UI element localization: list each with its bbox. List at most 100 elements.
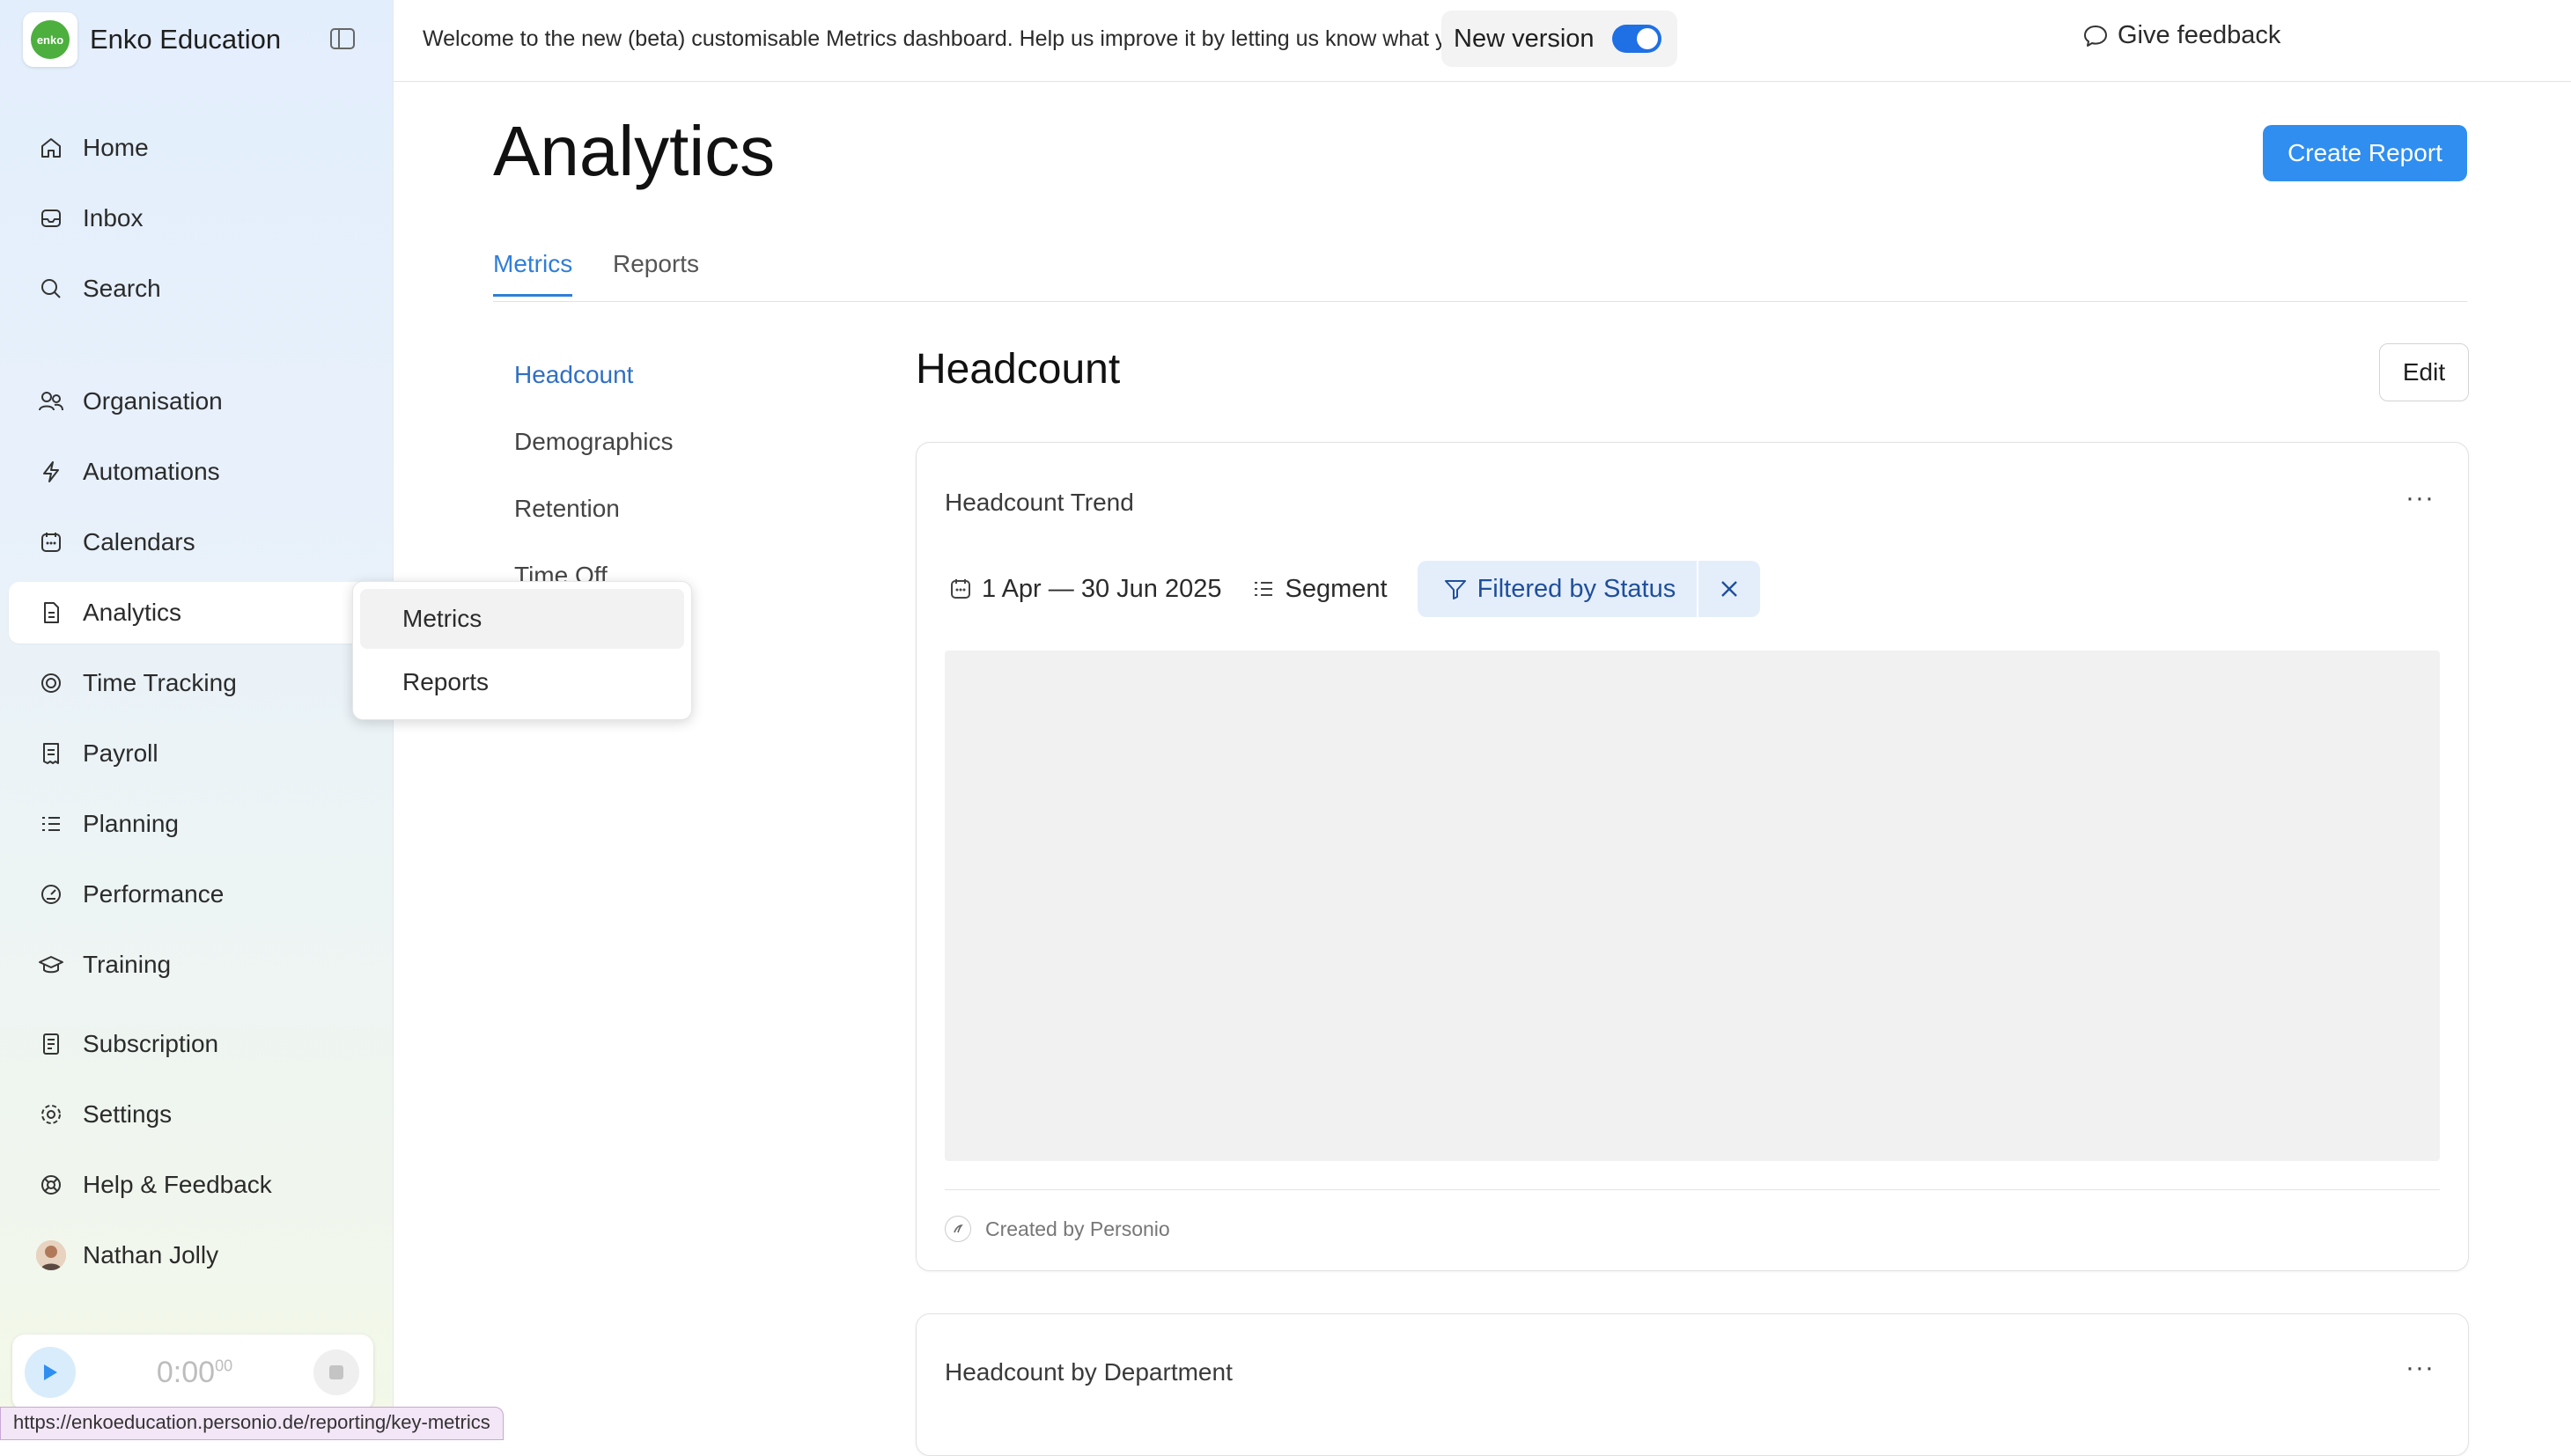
list-icon xyxy=(35,808,67,840)
company-logo: enko xyxy=(23,12,77,67)
give-feedback-label: Give feedback xyxy=(2118,21,2281,49)
subnav-headcount[interactable]: Headcount xyxy=(514,361,633,389)
sidebar-item-settings[interactable]: Settings xyxy=(9,1084,373,1145)
sidebar-item-training[interactable]: Training xyxy=(9,934,373,996)
analytics-submenu: Metrics Reports xyxy=(352,581,692,720)
sidebar: enko Enko Education Home Inbox Search Or… xyxy=(0,0,394,1430)
sidebar-item-label: Nathan Jolly xyxy=(83,1241,219,1268)
page-title: Analytics xyxy=(493,112,776,190)
tab-reports[interactable]: Reports xyxy=(613,250,699,294)
stop-icon xyxy=(329,1365,343,1379)
sidebar-item-planning[interactable]: Planning xyxy=(9,793,373,855)
sidebar-item-label: Planning xyxy=(83,810,179,837)
close-icon xyxy=(1721,581,1738,597)
logo-mark: enko xyxy=(31,20,70,59)
sidebar-item-label: Performance xyxy=(83,880,225,908)
new-version-label: New version xyxy=(1454,24,1595,53)
search-icon xyxy=(35,273,67,305)
tab-metrics[interactable]: Metrics xyxy=(493,250,573,297)
brand[interactable]: enko Enko Education xyxy=(23,12,281,67)
timer-display: 0:0000 xyxy=(76,1356,313,1390)
avatar-wrapper xyxy=(35,1239,67,1271)
gear-icon xyxy=(35,1099,67,1130)
sidebar-item-performance[interactable]: Performance xyxy=(9,864,373,925)
home-icon xyxy=(35,132,67,164)
play-button[interactable] xyxy=(25,1347,76,1398)
filter-label: Filtered by Status xyxy=(1477,574,1676,603)
sidebar-item-profile[interactable]: Nathan Jolly xyxy=(9,1224,373,1286)
sidebar-item-label: Time Tracking xyxy=(83,669,237,696)
new-version-toggle[interactable] xyxy=(1611,25,1661,53)
give-feedback-button[interactable]: Give feedback xyxy=(2082,21,2280,50)
sidebar-item-organisation[interactable]: Organisation xyxy=(9,371,373,432)
subnav-retention[interactable]: Retention xyxy=(514,495,620,523)
sidebar-toggle-icon[interactable] xyxy=(328,26,357,51)
sidebar-item-label: Inbox xyxy=(83,204,144,232)
section-title: Headcount xyxy=(916,346,1121,393)
status-filter-chip[interactable]: Filtered by Status xyxy=(1417,561,1761,617)
more-options-icon[interactable]: ··· xyxy=(2405,483,2435,513)
submenu-item-metrics[interactable]: Metrics xyxy=(360,589,684,649)
calendar-icon xyxy=(951,579,970,599)
people-icon xyxy=(35,386,67,417)
sidebar-item-analytics[interactable]: Analytics xyxy=(9,582,373,643)
lifebuoy-icon xyxy=(35,1169,67,1201)
sidebar-item-help-feedback[interactable]: Help & Feedback xyxy=(9,1154,373,1216)
headcount-trend-card: Headcount Trend ··· 1 Apr — 30 Jun 2025 … xyxy=(916,442,2469,1271)
chart-loading-placeholder xyxy=(945,651,2440,1161)
avatar xyxy=(36,1240,66,1270)
sidebar-item-label: Help & Feedback xyxy=(83,1171,272,1198)
sidebar-item-calendars[interactable]: Calendars xyxy=(9,511,373,573)
segment-label: Segment xyxy=(1285,574,1388,603)
new-version-toggle-group: New version xyxy=(1441,11,1677,67)
sidebar-item-inbox[interactable]: Inbox xyxy=(9,188,373,249)
sidebar-item-automations[interactable]: Automations xyxy=(9,441,373,503)
headcount-by-department-card: Headcount by Department ··· xyxy=(916,1313,2469,1456)
sidebar-item-label: Analytics xyxy=(83,599,182,626)
sidebar-item-label: Calendars xyxy=(83,528,195,555)
sidebar-item-label: Search xyxy=(83,275,161,302)
inbox-icon xyxy=(35,202,67,234)
timer-time: 0:00 xyxy=(156,1355,216,1389)
segment-chip[interactable]: Segment xyxy=(1251,574,1388,604)
graduation-cap-icon xyxy=(35,949,67,981)
sidebar-item-label: Payroll xyxy=(83,739,158,767)
timer-fraction: 00 xyxy=(215,1357,233,1375)
date-range-chip[interactable]: 1 Apr — 30 Jun 2025 xyxy=(948,575,1221,604)
edit-button[interactable]: Edit xyxy=(2379,343,2469,401)
sidebar-item-label: Settings xyxy=(83,1100,173,1128)
create-report-button[interactable]: Create Report xyxy=(2263,125,2467,181)
created-by: Created by Personio xyxy=(945,1216,1170,1242)
submenu-item-reports[interactable]: Reports xyxy=(360,652,684,712)
target-icon xyxy=(35,667,67,699)
sidebar-item-label: Home xyxy=(83,134,149,161)
submenu-label: Reports xyxy=(402,668,490,695)
sidebar-item-payroll[interactable]: Payroll xyxy=(9,723,373,784)
created-by-label: Created by Personio xyxy=(985,1217,1170,1240)
beta-banner-text: Welcome to the new (beta) customisable M… xyxy=(423,26,1530,51)
company-name: Enko Education xyxy=(90,24,282,55)
more-options-icon[interactable]: ··· xyxy=(2405,1353,2435,1383)
sidebar-item-label: Subscription xyxy=(83,1030,219,1057)
date-range-label: 1 Apr — 30 Jun 2025 xyxy=(982,574,1222,603)
tab-bar: Metrics Reports xyxy=(493,238,2467,302)
personio-icon xyxy=(945,1216,971,1242)
lightning-icon xyxy=(35,456,67,488)
speech-bubble-icon xyxy=(2084,25,2107,47)
card-title: Headcount Trend xyxy=(945,489,1134,516)
sidebar-item-time-tracking[interactable]: Time Tracking xyxy=(9,652,373,714)
sidebar-item-subscription[interactable]: Subscription xyxy=(9,1013,373,1075)
sidebar-item-label: Organisation xyxy=(83,387,223,415)
calendar-icon xyxy=(35,526,67,558)
submenu-label: Metrics xyxy=(402,605,483,632)
time-tracker-widget: 0:0000 xyxy=(12,1335,373,1410)
clear-filter-button[interactable] xyxy=(1698,579,1760,599)
top-banner-bar: Welcome to the new (beta) customisable M… xyxy=(394,0,2571,82)
receipt-icon xyxy=(35,1028,67,1060)
subnav-demographics[interactable]: Demographics xyxy=(514,428,674,456)
sidebar-item-search[interactable]: Search xyxy=(9,258,373,320)
status-bar-url: https://enkoeducation.personio.de/report… xyxy=(0,1407,504,1440)
sidebar-item-home[interactable]: Home xyxy=(9,117,373,179)
card-divider xyxy=(945,1189,2440,1190)
stop-button[interactable] xyxy=(313,1349,359,1395)
